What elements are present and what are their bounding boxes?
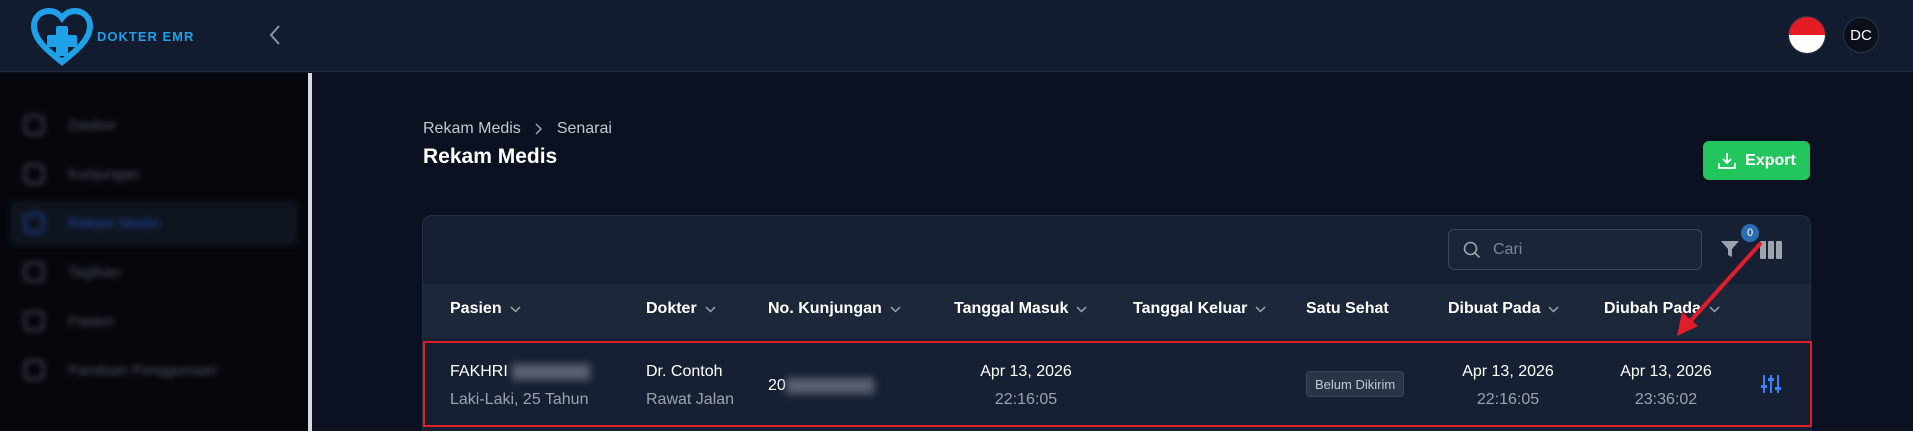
satu-sehat-status-badge: Belum Dikirim [1306,371,1405,397]
visit-number: 20 [768,377,874,395]
row-settings-sliders-icon[interactable] [1760,373,1782,395]
sidebar-item-label: Pasien [68,312,114,330]
export-button[interactable]: Export [1703,141,1810,180]
breadcrumb-item-rekam-medis[interactable]: Rekam Medis [423,120,521,138]
filter-button[interactable] [1718,237,1742,261]
logo-icon [30,8,94,66]
updated-time: 23:36:02 [1634,391,1698,408]
breadcrumb: Rekam Medis Senarai [423,120,612,138]
sidebar-item-label: Panduan Penggunaan [68,361,218,379]
collapse-sidebar-button[interactable] [262,22,288,48]
visit-type: Rawat Jalan [646,391,735,408]
sidebar-item-panduan[interactable]: Panduan Penggunaan [10,348,298,392]
chevron-down-icon [1709,305,1720,313]
sidebar: Dasbor Kunjungan Rekam Medis Tagihan Pas… [0,73,312,431]
column-header-label: Tanggal Masuk [954,300,1069,317]
table-row[interactable] [423,341,1812,427]
sidebar-item-kunjungan[interactable]: Kunjungan [10,152,298,196]
column-header-dokter[interactable]: Dokter [646,300,716,318]
filter-icon [1721,241,1739,257]
column-header-tanggal-masuk[interactable]: Tanggal Masuk [954,300,1087,318]
sidebar-item-label: Tagihan [68,263,121,281]
export-button-label: Export [1745,151,1796,169]
column-header-pasien[interactable]: Pasien [450,300,521,318]
column-header-dibuat-pada[interactable]: Dibuat Pada [1448,300,1559,318]
document-icon [24,213,44,233]
search-input[interactable] [1493,240,1693,259]
sidebar-item-pasien[interactable]: Pasien [10,299,298,343]
filter-count-badge: 0 [1741,224,1759,242]
doctor-name: Dr. Contoh [646,363,723,380]
sidebar-item-rekam-medis[interactable]: Rekam Medis [10,201,298,245]
search-box[interactable] [1448,229,1702,270]
created-date: Apr 13, 2026 [1462,363,1554,380]
sidebar-item-label: Kunjungan [68,165,140,183]
column-header-label: Satu Sehat [1306,300,1389,317]
chevron-down-icon [890,305,901,313]
time-in: 22:16:05 [994,391,1058,408]
date-in: Apr 13, 2026 [980,363,1072,380]
chevron-down-icon [705,305,716,313]
sidebar-item-tagihan[interactable]: Tagihan [10,250,298,294]
column-header-label: No. Kunjungan [768,300,882,317]
chevron-left-icon [269,25,280,45]
search-icon [1463,241,1481,258]
chevron-right-icon [535,123,543,135]
columns-icon[interactable] [1759,239,1783,261]
calendar-icon [24,164,44,184]
flag-red-stripe [1789,17,1825,35]
created-time: 22:16:05 [1476,391,1540,408]
updated-date: Apr 13, 2026 [1620,363,1712,380]
chevron-down-icon [1548,305,1559,313]
table-header [423,284,1810,338]
column-header-label: Dibuat Pada [1448,300,1541,317]
top-bar: DOKTER EMR DC [0,0,1913,72]
sidebar-item-label: Rekam Medis [68,214,160,232]
user-icon [24,311,44,331]
column-header-satu-sehat: Satu Sehat [1306,300,1389,318]
redacted-text [785,377,874,394]
column-header-label: Tanggal Keluar [1133,300,1248,317]
column-header-diubah-pada[interactable]: Diubah Pada [1604,300,1720,318]
flag-white-stripe [1789,35,1825,53]
sidebar-item-dasbor[interactable]: Dasbor [10,103,298,147]
invoice-icon [24,262,44,282]
user-avatar[interactable]: DC [1843,17,1879,53]
column-header-label: Dokter [646,300,697,317]
column-header-label: Pasien [450,300,502,317]
home-icon [24,115,44,135]
language-flag-button[interactable] [1788,16,1826,54]
download-icon [1718,152,1737,169]
patient-detail: Laki-Laki, 25 Tahun [450,391,589,408]
column-header-no-kunjungan[interactable]: No. Kunjungan [768,300,901,318]
sidebar-item-label: Dasbor [68,116,117,134]
column-header-tanggal-keluar[interactable]: Tanggal Keluar [1133,300,1266,318]
column-header-label: Diubah Pada [1604,300,1701,317]
logo-text: DOKTER EMR [97,29,195,44]
chevron-down-icon [1255,305,1266,313]
breadcrumb-item-senarai: Senarai [556,120,612,137]
chevron-down-icon [1076,305,1087,313]
patient-name: FAKHRI [450,363,591,381]
page-title: Rekam Medis [423,145,558,168]
redacted-text [512,363,591,380]
book-icon [24,360,44,380]
chevron-down-icon [510,305,521,313]
